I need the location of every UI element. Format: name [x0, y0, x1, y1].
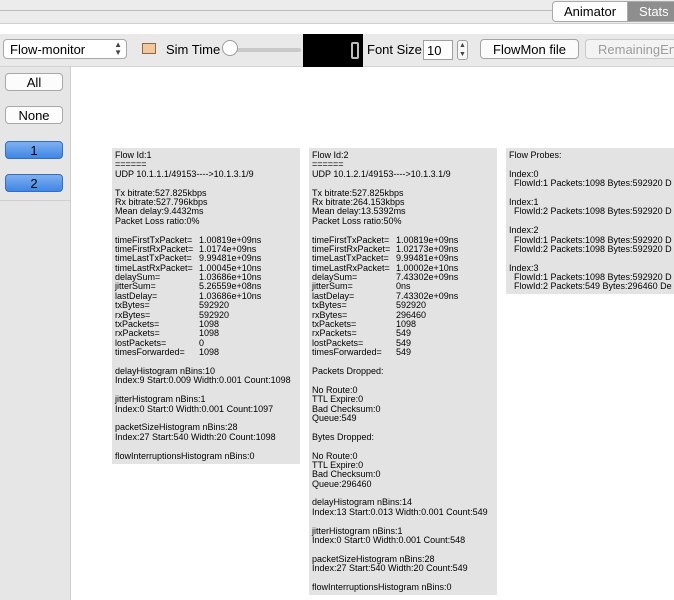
- select-none-button[interactable]: None: [5, 106, 63, 124]
- stat-line: Packet Loss ratio:50%: [312, 215, 402, 226]
- stat-line: UDP 10.1.1.1/49153---->10.1.3.1/9: [115, 168, 254, 179]
- stat-line: flowInterruptionsHistogram nBins:0: [312, 581, 452, 592]
- sim-time-label: Sim Time: [166, 42, 221, 57]
- stat-row: timesForwarded= 1098: [115, 347, 300, 358]
- stat-line: Packet Loss ratio:0%: [115, 215, 200, 226]
- stat-line: Index:27 Start:540 Width:20 Count:1098: [115, 431, 276, 442]
- stat-key: timesForwarded=: [115, 347, 185, 358]
- flow-2-toggle[interactable]: 2: [5, 174, 63, 192]
- stats-type-combo[interactable]: Flow-monitor ▲ ▼: [3, 39, 127, 59]
- stat-line: Queue:296460: [312, 478, 372, 489]
- divider: [0, 200, 70, 201]
- tab-animator[interactable]: Animator: [553, 2, 627, 21]
- stat-value: 1098: [199, 347, 220, 358]
- probe-line: FlowId:2 Packets:1098 Bytes:592920 D: [509, 206, 672, 217]
- document-icon[interactable]: [142, 43, 156, 54]
- lcd-digit: [351, 42, 359, 59]
- stats-type-value: Flow-monitor: [10, 42, 86, 57]
- stat-row: timesForwarded= 549: [312, 347, 497, 358]
- select-all-button[interactable]: All: [5, 73, 63, 91]
- flowmon-file-button[interactable]: FlowMon file: [480, 39, 579, 59]
- stat-line: UDP 10.1.2.1/49153---->10.1.3.1/9: [312, 168, 451, 179]
- probe-line: Flow Probes:: [509, 150, 562, 160]
- stat-line: Index:9 Start:0.009 Width:0.001 Count:10…: [115, 375, 291, 386]
- font-size-input[interactable]: 10: [423, 40, 453, 60]
- stat-line: Index:0 Start:0 Width:0.001 Count:1097: [115, 403, 274, 414]
- flow-1-stats: Flow Id:1 ====== UDP 10.1.1.1/49153---->10…: [112, 148, 300, 464]
- slider-knob[interactable]: [222, 40, 238, 56]
- stat-line: Packets Dropped:: [312, 365, 384, 376]
- toolbar: Flow-monitor ▲ ▼ Sim Time Font Size 10 ▲ ▼…: [0, 34, 674, 67]
- remaining-energy-button[interactable]: RemainingEne: [585, 39, 674, 59]
- flow-1-toggle[interactable]: 1: [5, 141, 63, 159]
- flow-probes: Flow Probes: Index:0 FlowId:1 Packets:109…: [506, 148, 674, 294]
- stat-line: Bytes Dropped:: [312, 431, 375, 442]
- stat-line: flowInterruptionsHistogram nBins:0: [115, 450, 255, 461]
- probe-line: FlowId:2 Packets:549 Bytes:296460 De: [509, 281, 672, 292]
- mode-tabs: Animator Stats: [552, 1, 674, 22]
- flow-2-stats: Flow Id:2 ====== UDP 10.1.2.1/49153---->10…: [309, 148, 497, 595]
- sim-time-lcd: [303, 34, 363, 67]
- probe-line: FlowId:2 Packets:1098 Bytes:592920 D: [509, 243, 672, 254]
- font-size-stepper[interactable]: ▲ ▼: [457, 40, 468, 60]
- stat-value: 549: [396, 347, 412, 358]
- probe-line: FlowId:1 Packets:1098 Bytes:592920 D: [509, 178, 672, 189]
- stat-line: Index:27 Start:540 Width:20 Count:549: [312, 563, 468, 574]
- stat-key: timesForwarded=: [312, 347, 382, 358]
- flow-filter-panel: All None 1 2: [0, 67, 71, 600]
- updown-arrows-icon: ▲ ▼: [114, 40, 122, 57]
- tab-stats[interactable]: Stats: [627, 2, 674, 21]
- font-size-label: Font Size: [367, 42, 422, 57]
- stat-line: Queue:549: [312, 412, 357, 423]
- stat-line: Index:13 Start:0.013 Width:0.001 Count:5…: [312, 506, 488, 517]
- top-strip: Animator Stats: [0, 0, 674, 24]
- stat-line: Index:0 Start:0 Width:0.001 Count:548: [312, 535, 466, 546]
